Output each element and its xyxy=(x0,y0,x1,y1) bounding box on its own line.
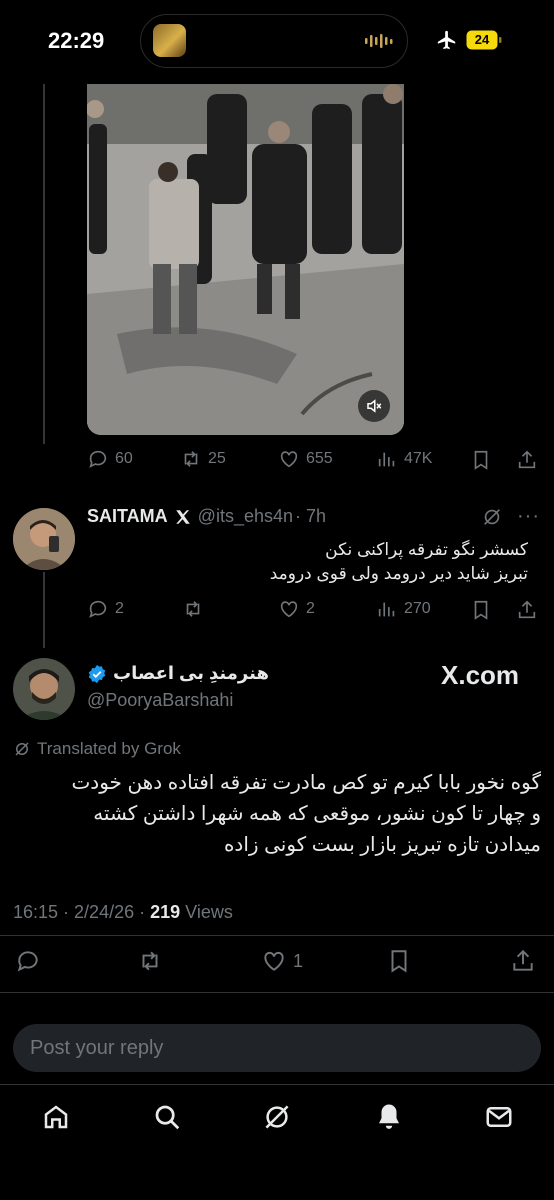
retweet-button[interactable] xyxy=(182,598,210,620)
divider xyxy=(0,1084,554,1085)
tweet-timestamp[interactable]: 16:15 · 2/24/26 · xyxy=(13,902,150,922)
views-count: 47K xyxy=(404,450,433,467)
analytics-icon xyxy=(378,602,395,617)
translated-label[interactable]: Translated by Grok xyxy=(13,739,181,759)
reply-icon[interactable] xyxy=(15,948,41,974)
like-button[interactable]: 2 xyxy=(278,598,315,620)
now-playing-artwork[interactable] xyxy=(153,24,186,57)
bookmark-icon[interactable] xyxy=(386,948,412,974)
tweet-meta: 16:15 · 2/24/26 · 219 Views xyxy=(13,902,233,923)
tweet-views-label: Views xyxy=(180,902,233,922)
mute-toggle-button[interactable] xyxy=(358,390,390,422)
grok-icon[interactable] xyxy=(262,1102,292,1132)
translated-by-text: Translated by Grok xyxy=(37,739,181,758)
like-button[interactable]: 655 xyxy=(278,448,333,470)
retweet-icon xyxy=(184,451,198,467)
battery-indicator: 24 xyxy=(466,30,502,50)
speaker-muted-icon xyxy=(367,399,382,413)
heart-icon xyxy=(280,601,298,618)
retweet-icon[interactable] xyxy=(137,948,163,974)
divider xyxy=(0,992,554,993)
grok-icon xyxy=(15,742,29,756)
views-button[interactable]: 47K xyxy=(376,448,432,470)
share-icon[interactable] xyxy=(516,599,538,621)
battery-level: 24 xyxy=(474,32,490,47)
avatar[interactable] xyxy=(13,658,75,720)
retweet-icon xyxy=(186,601,200,617)
share-icon[interactable] xyxy=(510,948,536,974)
share-icon[interactable] xyxy=(516,449,538,471)
thread-connector-line xyxy=(43,84,45,444)
divider xyxy=(0,935,554,936)
thread-connector-line xyxy=(43,572,45,648)
avatar-image xyxy=(13,658,75,720)
reply-icon xyxy=(89,600,107,618)
reply-input[interactable]: Post your reply xyxy=(13,1024,541,1072)
reply-icon xyxy=(89,450,107,468)
reply-tweet-text: کسشر نگو تفرقه پراکنی نکن تبریز شاید دیر… xyxy=(88,538,528,586)
grok-icon[interactable] xyxy=(481,506,503,528)
views-button[interactable]: 270 xyxy=(376,598,431,620)
like-count: 655 xyxy=(306,450,333,467)
reply-button[interactable]: 60 xyxy=(87,448,133,470)
reply-text-line: تبریز شاید دیر درومد ولی قوی درومد xyxy=(269,564,528,583)
search-icon[interactable] xyxy=(152,1102,182,1132)
reply-text-line: کسشر نگو تفرقه پراکنی نکن xyxy=(325,540,528,559)
main-author-handle[interactable]: @PooryaBarshahi xyxy=(87,690,233,711)
main-text-line: گوه نخور بابا کیرم تو کص مادرت تفرقه افت… xyxy=(71,772,541,794)
audio-waveform-icon xyxy=(365,34,393,48)
main-tweet-text: گوه نخور بابا کیرم تو کص مادرت تفرقه افت… xyxy=(13,768,541,861)
reply-count: 2 xyxy=(115,600,124,617)
tweet-view-count: 219 xyxy=(150,902,181,922)
main-text-line: میدادن تازه تبریز بازار بست کونی زاده xyxy=(223,834,541,856)
bookmark-icon[interactable] xyxy=(470,449,492,471)
x-logo-icon xyxy=(175,509,190,524)
home-icon[interactable] xyxy=(41,1102,71,1132)
reply-count: 60 xyxy=(115,450,133,467)
reply-timestamp: · 7h xyxy=(295,506,327,526)
video-frame xyxy=(87,84,404,435)
verified-badge-icon xyxy=(88,664,106,683)
status-time: 22:29 xyxy=(48,28,105,53)
messages-icon[interactable] xyxy=(484,1102,514,1132)
retweet-button[interactable]: 25 xyxy=(180,448,226,470)
like-count: 1 xyxy=(293,950,304,971)
reply-author-handle[interactable]: @its_ehs4n xyxy=(198,506,293,527)
airplane-mode-icon xyxy=(437,30,456,50)
views-count: 270 xyxy=(404,600,431,617)
like-button[interactable]: 1 xyxy=(261,948,303,974)
avatar-image xyxy=(13,508,75,570)
tweet-video[interactable] xyxy=(87,84,404,435)
more-options-icon[interactable]: ··· xyxy=(517,505,539,528)
main-author-name[interactable]: هنرمندِ بی اعصاب xyxy=(113,663,269,684)
like-count: 2 xyxy=(306,600,315,617)
heart-icon xyxy=(264,951,284,971)
analytics-icon xyxy=(378,452,395,467)
reply-button[interactable]: 2 xyxy=(87,598,124,620)
bookmark-icon[interactable] xyxy=(470,599,492,621)
retweet-count: 25 xyxy=(208,450,226,467)
heart-icon xyxy=(280,451,298,468)
reply-author-name[interactable]: SAITAMA xyxy=(87,506,168,527)
avatar[interactable] xyxy=(13,508,75,570)
notifications-icon[interactable] xyxy=(374,1102,404,1132)
x-com-watermark: X.com xyxy=(441,660,520,690)
main-text-line: و چهار تا کون نشور، موقعی که همه شهرا دا… xyxy=(93,803,541,825)
